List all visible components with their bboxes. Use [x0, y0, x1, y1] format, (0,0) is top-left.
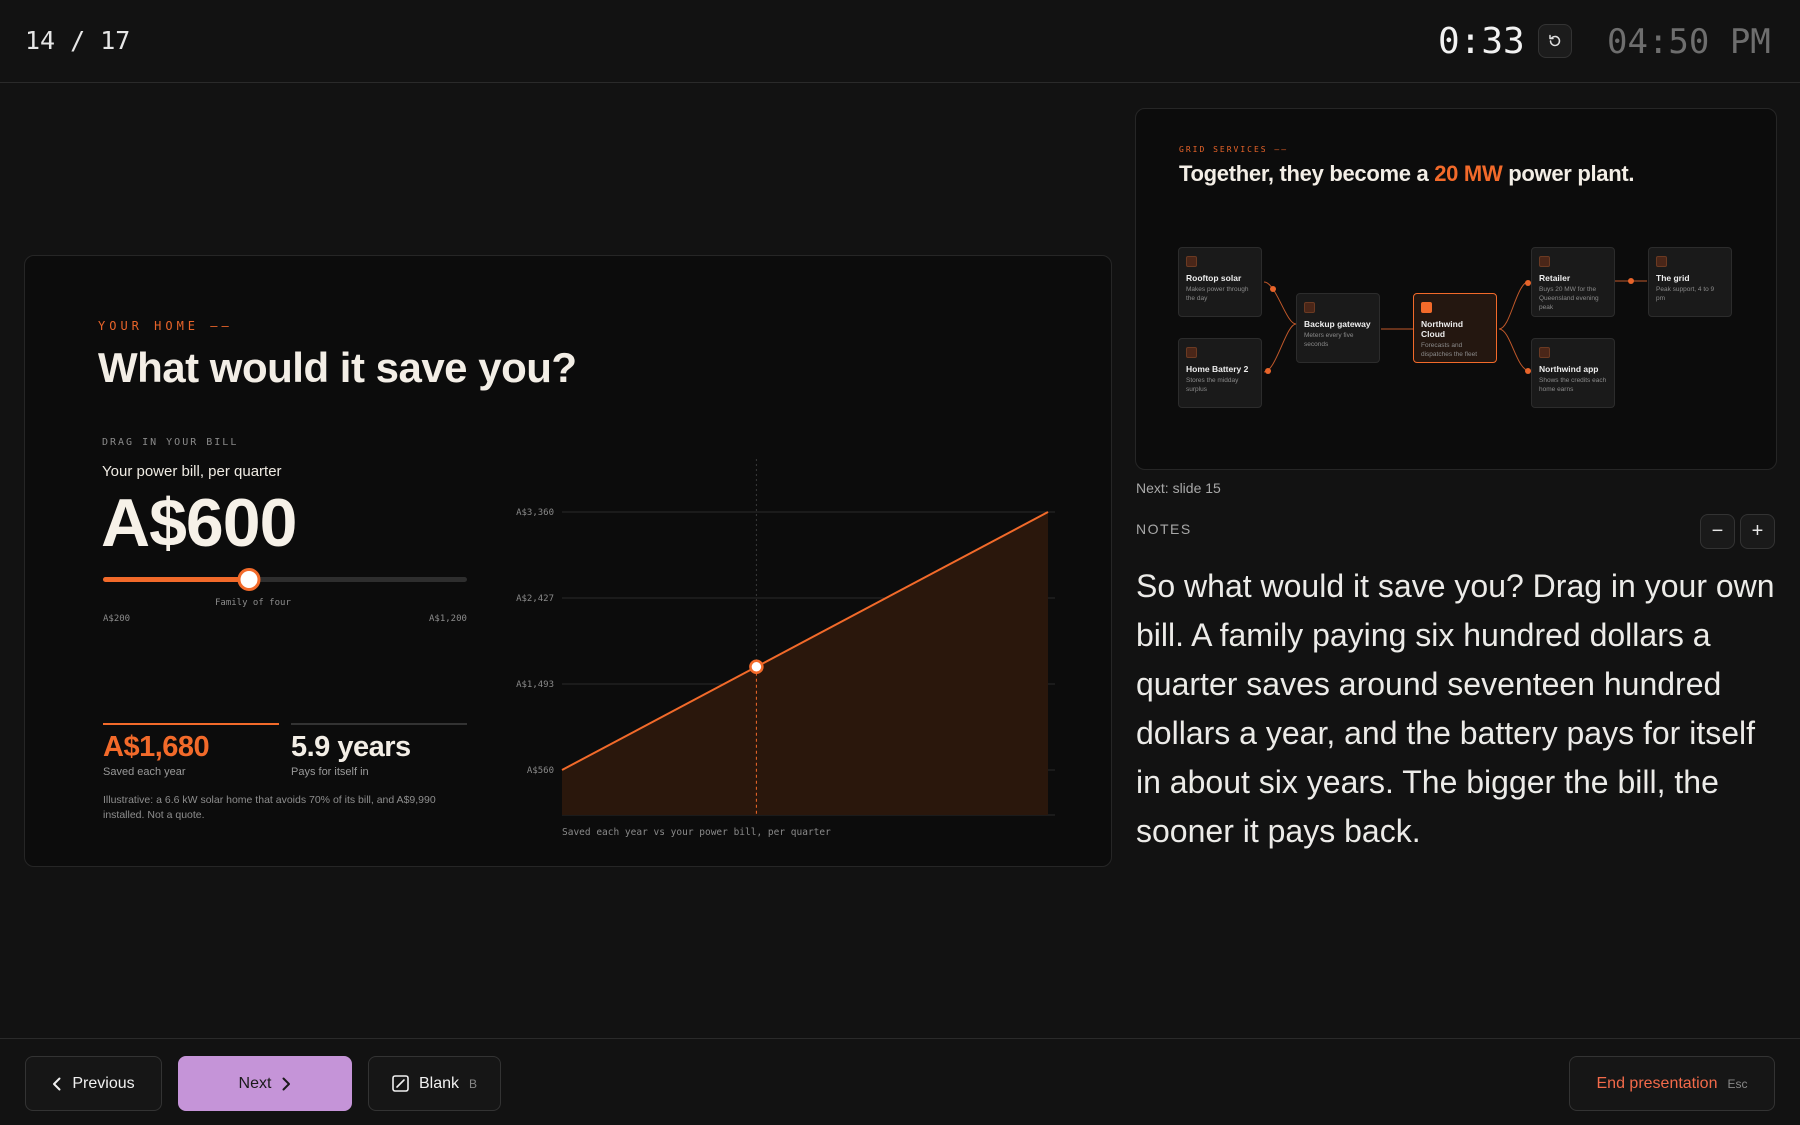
current-bill-marker — [749, 659, 764, 675]
reset-icon — [1549, 34, 1561, 47]
node-desc: Peak support, 4 to 9 pm — [1656, 286, 1715, 302]
slider-max-label: A$1,200 — [429, 614, 467, 624]
slider-min-label: A$200 — [103, 614, 131, 624]
decrease-font-button[interactable]: − — [1700, 514, 1735, 549]
retailer-icon — [1539, 256, 1550, 267]
savings-area — [562, 512, 1048, 815]
node-desc: Forecasts and dispatches the fleet — [1421, 342, 1478, 358]
bottom-bar: Previous Next Blank B End presentation E… — [0, 1038, 1800, 1125]
node-title: Northwind Cloud — [1421, 319, 1464, 339]
drag-label: DRAG IN YOUR BILL — [102, 437, 239, 448]
node-retailer: Retailer Buys 20 MW for the Queensland e… — [1531, 247, 1615, 317]
node-desc: Makes power through the day — [1186, 286, 1249, 302]
minus-icon: − — [1711, 520, 1724, 542]
node-northwind-app: Northwind app Shows the credits each hom… — [1531, 338, 1615, 408]
bill-slider[interactable] — [103, 568, 467, 591]
plus-icon: + — [1751, 520, 1764, 542]
notes-label: NOTES — [1136, 521, 1192, 537]
node-desc: Stores the midday surplus — [1186, 377, 1239, 393]
end-presentation-button[interactable]: End presentation Esc — [1569, 1056, 1775, 1111]
end-label: End presentation — [1596, 1074, 1718, 1092]
node-desc: Buys 20 MW for the Queensland evening pe… — [1539, 286, 1599, 311]
gateway-icon — [1304, 302, 1315, 313]
blank-button[interactable]: Blank B — [368, 1056, 501, 1111]
slider-caption: Family of four — [215, 598, 291, 608]
slide-counter: 14 / 17 — [25, 26, 131, 55]
savings-chart: A$560 A$1,493 A$2,427 A$3,360 Saved each yea… — [516, 459, 1055, 838]
increase-font-button[interactable]: + — [1740, 514, 1775, 549]
reset-timer-button[interactable] — [1538, 24, 1572, 58]
node-title: Retailer — [1539, 273, 1571, 283]
next-slide-label: Next: slide 15 — [1136, 480, 1221, 496]
y-tick-label: A$1,493 — [516, 680, 554, 690]
node-desc: Meters every five seconds — [1304, 332, 1354, 348]
blank-screen-icon — [392, 1075, 409, 1092]
bill-value: A$600 — [101, 485, 297, 561]
blank-label: Blank — [418, 1074, 459, 1092]
y-tick-label: A$2,427 — [516, 594, 554, 604]
x-axis-label: Saved each year vs your power bill, per … — [562, 827, 831, 838]
previous-label: Previous — [72, 1074, 135, 1092]
node-backup-gateway: Backup gateway Meters every five seconds — [1296, 293, 1380, 363]
node-northwind-cloud: Northwind Cloud Forecasts and dispatches… — [1413, 293, 1497, 363]
cloud-icon — [1421, 302, 1432, 313]
next-label: Next — [238, 1074, 272, 1092]
top-bar: 14 / 17 0:33 04:50 PM — [0, 0, 1800, 83]
chevron-right-icon — [282, 1077, 291, 1090]
node-the-grid: The grid Peak support, 4 to 9 pm — [1648, 247, 1732, 317]
slider-fill — [103, 577, 249, 582]
node-title: Rooftop solar — [1186, 273, 1242, 283]
savings-value: A$1,680 — [103, 731, 210, 763]
app-icon — [1539, 347, 1550, 358]
blank-shortcut: B — [469, 1076, 478, 1091]
slider-thumb[interactable] — [237, 568, 261, 591]
y-tick-label: A$3,360 — [516, 508, 554, 518]
end-shortcut: Esc — [1727, 1076, 1748, 1091]
payback-value: 5.9 years — [291, 731, 411, 763]
node-title: The grid — [1656, 273, 1690, 283]
savings-label: Saved each year — [103, 766, 186, 778]
battery-icon — [1186, 347, 1197, 358]
node-title: Backup gateway — [1304, 319, 1371, 329]
grid-icon — [1656, 256, 1667, 267]
node-home-battery: Home Battery 2 Stores the midday surplus — [1178, 338, 1262, 408]
bill-label: Your power bill, per quarter — [102, 463, 282, 480]
next-slide-preview[interactable]: GRID SERVICES —— Together, they become a… — [1135, 108, 1777, 470]
disclaimer: Illustrative: a 6.6 kW solar home that a… — [103, 794, 436, 821]
y-tick-label: A$560 — [527, 766, 554, 776]
payback-label: Pays for itself in — [291, 766, 369, 778]
previous-button[interactable]: Previous — [25, 1056, 162, 1111]
speaker-notes: So what would it save you? Drag in your … — [1136, 568, 1775, 849]
solar-icon — [1186, 256, 1197, 267]
elapsed-timer: 0:33 — [1438, 21, 1525, 62]
chevron-left-icon — [53, 1077, 61, 1090]
slide-title: What would it save you? — [98, 344, 577, 391]
node-title: Northwind app — [1539, 364, 1599, 374]
slide-eyebrow: YOUR HOME —— — [98, 319, 233, 333]
savings-stat: A$1,680 Saved each year — [103, 723, 279, 778]
node-title: Home Battery 2 — [1186, 364, 1249, 374]
current-slide: YOUR HOME —— What would it save you? DRA… — [24, 255, 1112, 867]
current-time: 04:50 PM — [1607, 22, 1771, 62]
node-rooftop-solar: Rooftop solar Makes power through the da… — [1178, 247, 1262, 317]
node-desc: Shows the credits each home earns — [1539, 377, 1607, 393]
payback-stat: 5.9 years Pays for itself in — [291, 723, 467, 778]
next-button[interactable]: Next — [178, 1056, 352, 1111]
